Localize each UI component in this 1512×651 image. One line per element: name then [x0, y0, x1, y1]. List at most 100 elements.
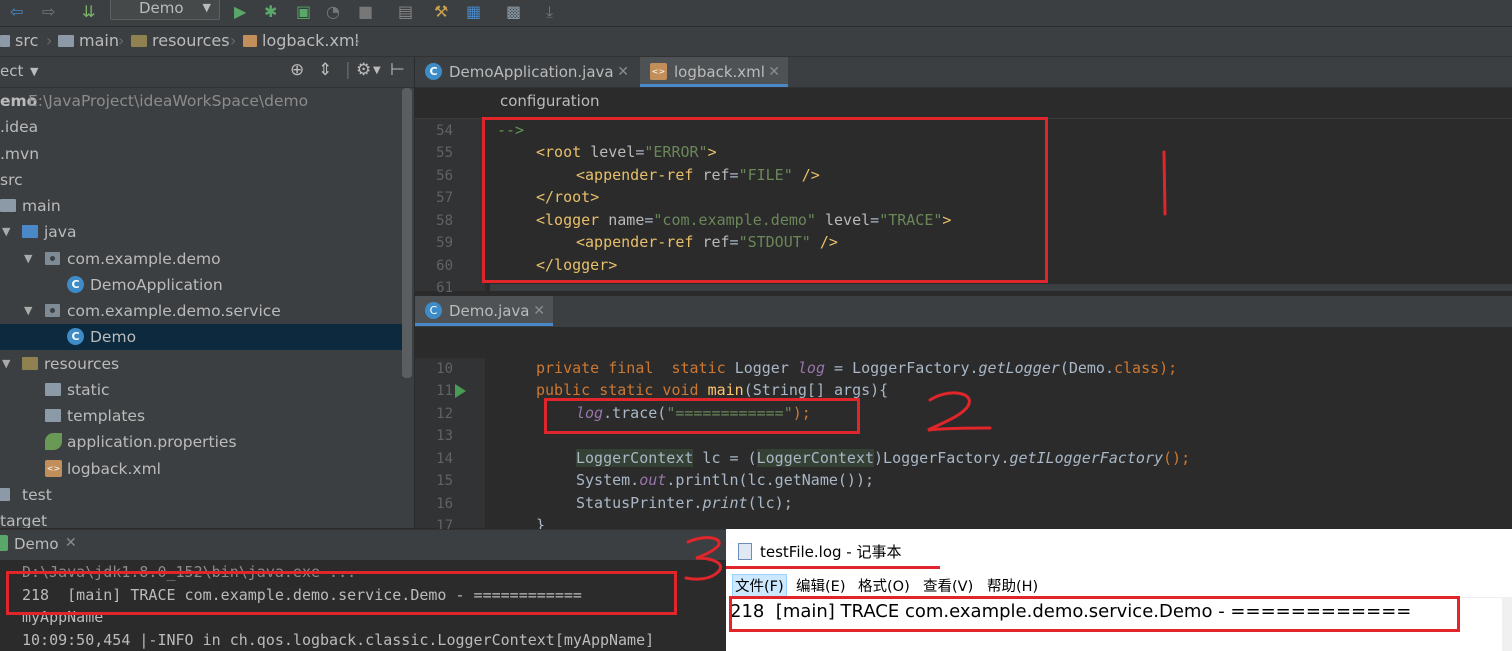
menu-file[interactable]: 文件(F): [732, 574, 787, 597]
spring-leaf-icon: [45, 433, 62, 450]
tree-item-label: src: [0, 171, 23, 189]
close-icon[interactable]: ✕: [65, 535, 77, 551]
tree-item-label: main: [22, 197, 61, 215]
tree-item-resources[interactable]: ▼ resources: [0, 351, 402, 377]
tree-item-main[interactable]: main: [0, 193, 402, 219]
build-icon[interactable]: ⇊: [82, 3, 95, 21]
expand-arrow-icon[interactable]: ▼: [2, 351, 10, 377]
tree-item-logback-xml[interactable]: <> logback.xml: [0, 456, 402, 482]
folder-icon: [131, 35, 147, 47]
menu-format[interactable]: 格式(O): [858, 575, 910, 596]
gutter-top: 54 55 56 57 58 59 60 61: [415, 119, 485, 296]
chevron-down-icon[interactable]: ▼: [30, 65, 38, 78]
folder-icon: [45, 383, 61, 396]
tree-item-label: resources: [44, 355, 120, 373]
collapse-icon[interactable]: ⇕: [318, 60, 332, 80]
tree-item-label: .idea: [0, 118, 39, 136]
notepad-scrollbar[interactable]: [1502, 597, 1512, 651]
tree-item-java[interactable]: ▼ java: [0, 219, 402, 245]
tree-item-idea[interactable]: .idea: [0, 114, 402, 140]
line-number: 57: [436, 190, 453, 206]
breadcrumb: src › main › resources › logback.xml ›: [0, 27, 1512, 57]
tree-item-templates[interactable]: templates: [0, 403, 402, 429]
tree-item-label: target: [0, 512, 48, 528]
close-icon[interactable]: ✕: [617, 57, 629, 87]
debug-icon[interactable]: ✱: [264, 3, 277, 21]
forward-icon[interactable]: ⇨: [42, 3, 55, 21]
tree-item-mvn[interactable]: .mvn: [0, 141, 402, 167]
source-folder-icon: [22, 225, 38, 238]
tab-label: DemoApplication.java: [449, 63, 614, 81]
tab-demo-java[interactable]: C Demo.java ✕: [415, 296, 553, 326]
breadcrumb-resources[interactable]: resources: [131, 31, 230, 50]
tree-item-target[interactable]: target: [0, 508, 402, 528]
menu-view[interactable]: 查看(V): [923, 575, 973, 596]
notepad-menubar: 文件(F) 编辑(E) 格式(O) 查看(V) 帮助(H): [726, 573, 1512, 598]
expand-arrow-icon[interactable]: ▼: [24, 246, 32, 272]
tab-demoapplication-java[interactable]: C DemoApplication.java ✕: [415, 57, 637, 87]
settings-icon[interactable]: ▤: [398, 3, 413, 21]
code-area-bottom[interactable]: private final static Logger log = Logger…: [485, 358, 1512, 534]
breadcrumb-logback[interactable]: logback.xml: [243, 31, 359, 50]
xml-breadcrumb-configuration[interactable]: configuration: [500, 92, 600, 110]
sync-icon[interactable]: ▩: [506, 3, 521, 21]
project-scrollbar[interactable]: [402, 88, 412, 378]
menu-help[interactable]: 帮助(H): [987, 575, 1038, 596]
close-icon[interactable]: ✕: [768, 57, 780, 87]
structure-icon[interactable]: ⚒: [434, 3, 448, 21]
profile-icon[interactable]: ◔: [326, 3, 340, 21]
tree-item-test[interactable]: test: [0, 482, 402, 508]
project-view-selector[interactable]: ect: [0, 62, 23, 80]
tree-item-label: static: [67, 381, 110, 399]
annotation-mark-1: [1162, 150, 1167, 216]
tree-item-root[interactable]: emo E:\JavaProject\ideaWorkSpace\demo: [0, 88, 402, 114]
tree-item-application-properties[interactable]: application.properties: [0, 429, 402, 455]
console-line: 10:09:50,454 |-INFO in ch.qos.logback.cl…: [22, 631, 655, 649]
line-number: 61: [436, 280, 453, 296]
stop-icon[interactable]: ■: [358, 3, 373, 21]
tree-item-package-service[interactable]: ▼ com.example.demo.service: [0, 298, 402, 324]
gutter-bottom: 10 11 12 13 14 15 16 17: [415, 358, 485, 534]
line-number: 12: [436, 406, 453, 422]
line-number: 55: [436, 145, 453, 161]
line-number: 11: [436, 383, 453, 399]
tree-item-package-demo[interactable]: ▼ com.example.demo: [0, 246, 402, 272]
run-tab-label[interactable]: Demo: [14, 535, 59, 553]
run-icon[interactable]: ▶: [234, 3, 246, 21]
horizontal-scrollbar[interactable]: [490, 284, 1512, 291]
sdk-icon[interactable]: ▦: [466, 3, 481, 21]
tree-item-demo[interactable]: C Demo: [0, 324, 402, 350]
tree-item-src[interactable]: src: [0, 167, 402, 193]
expand-arrow-icon[interactable]: ▼: [24, 298, 32, 324]
folder-icon: [0, 199, 16, 212]
tab-logback-xml[interactable]: <> logback.xml ✕: [640, 57, 788, 87]
locate-icon[interactable]: ⊕: [290, 60, 304, 80]
project-tree: emo E:\JavaProject\ideaWorkSpace\demo .i…: [0, 88, 414, 528]
chevron-down-icon[interactable]: ▼: [373, 65, 381, 76]
line-number: 60: [436, 258, 453, 274]
line-number: 15: [436, 473, 453, 489]
line-number: 13: [436, 428, 453, 444]
close-icon[interactable]: ✕: [533, 296, 545, 326]
back-icon[interactable]: ⇦: [10, 3, 23, 21]
run-gutter-icon[interactable]: [455, 384, 466, 398]
tree-item-label: Demo: [90, 328, 137, 346]
run-config-icon: [0, 535, 8, 551]
menu-edit[interactable]: 编辑(E): [796, 575, 845, 596]
run-config-select[interactable]: Demo ▼: [110, 0, 220, 20]
hide-panel-icon[interactable]: ⊢: [390, 60, 405, 80]
breadcrumb-separator-icon: ›: [230, 31, 237, 50]
tree-item-static[interactable]: static: [0, 377, 402, 403]
tree-item-demoapplication[interactable]: C DemoApplication: [0, 272, 402, 298]
folder-icon: [58, 35, 74, 47]
download-icon[interactable]: ⤓: [546, 3, 553, 21]
class-icon: C: [425, 63, 442, 80]
code-line-11: public static void main(String[] args){: [536, 381, 889, 399]
code-line-10: private final static Logger log = Logger…: [536, 359, 1178, 377]
gear-icon[interactable]: ⚙: [356, 60, 371, 80]
breadcrumb-src[interactable]: src: [0, 31, 38, 50]
expand-arrow-icon[interactable]: ▼: [2, 219, 10, 245]
breadcrumb-main[interactable]: main: [58, 31, 119, 50]
tree-item-label: .mvn: [0, 145, 40, 163]
coverage-icon[interactable]: ▣: [296, 3, 311, 21]
